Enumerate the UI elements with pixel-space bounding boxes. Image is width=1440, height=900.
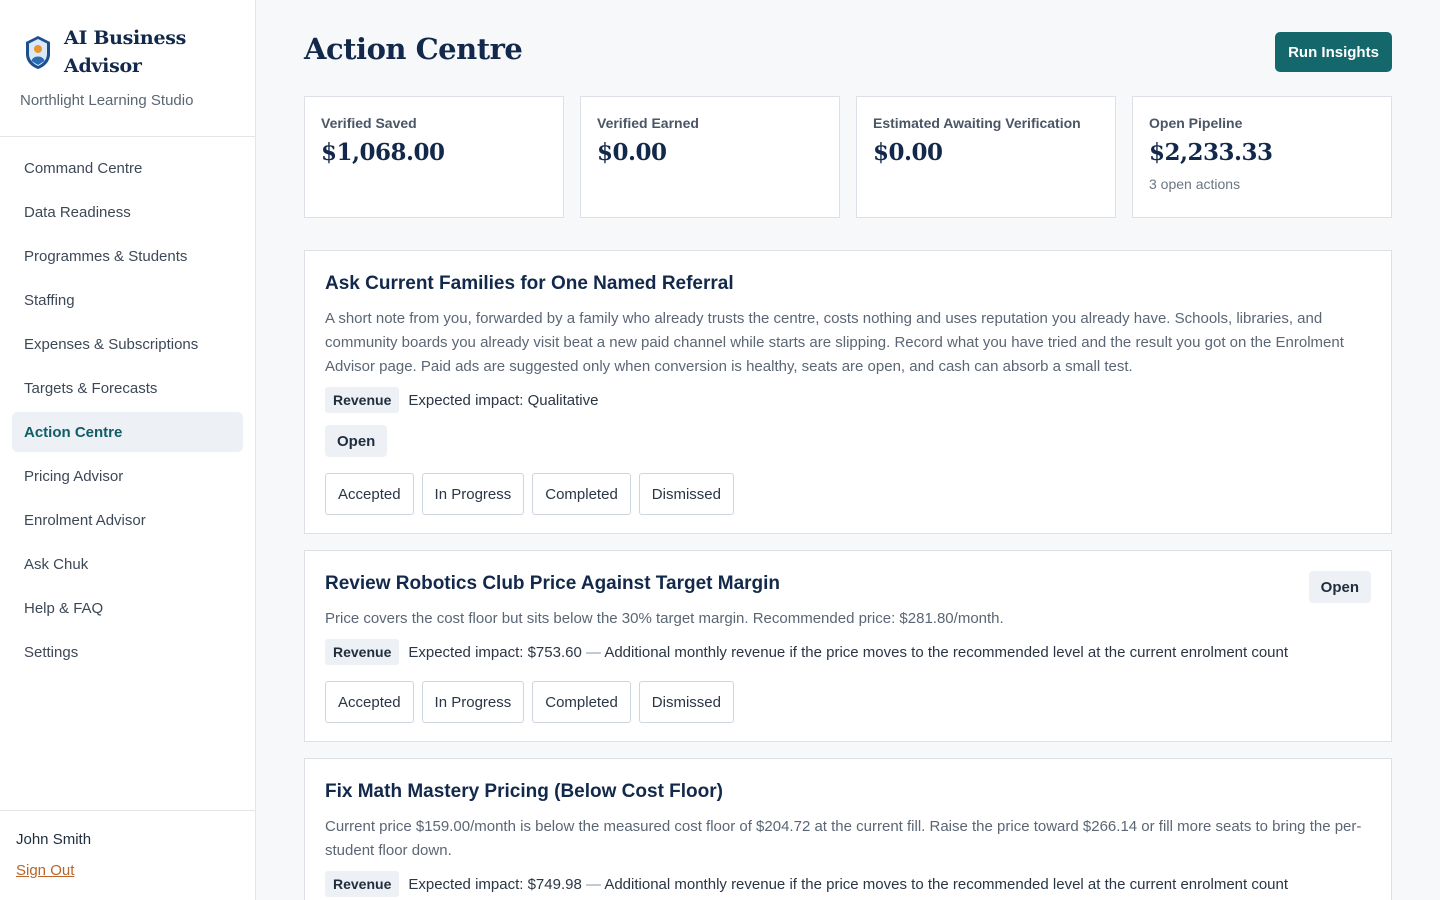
expected-impact: Expected impact: $753.60 — Additional mo… xyxy=(408,644,1288,661)
action-buttons: Accepted In Progress Completed Dismissed xyxy=(325,681,1371,723)
stat-card-verified-saved: Verified Saved $1,068.00 xyxy=(304,96,564,218)
impact-separator: — xyxy=(585,875,601,893)
sign-out-link[interactable]: Sign Out xyxy=(16,862,239,879)
action-description: Current price $159.00/month is below the… xyxy=(325,818,1362,859)
sidebar-item-staffing[interactable]: Staffing xyxy=(12,280,243,320)
sidebar-item-help-faq[interactable]: Help & FAQ xyxy=(12,588,243,628)
stat-value: $0.00 xyxy=(873,139,943,166)
impact-row: Revenue Expected impact: $749.98 — Addit… xyxy=(325,871,1371,897)
category-tag: Revenue xyxy=(325,387,400,413)
sidebar-item-enrolment-advisor[interactable]: Enrolment Advisor xyxy=(12,500,243,540)
completed-button[interactable]: Completed xyxy=(532,681,631,723)
status-badge: Open xyxy=(1308,571,1371,603)
stats-row: Verified Saved $1,068.00 Verified Earned… xyxy=(304,96,1392,218)
completed-button[interactable]: Completed xyxy=(532,473,631,515)
stat-card-estimated-awaiting: Estimated Awaiting Verification $0.00 xyxy=(856,96,1116,218)
dismissed-button[interactable]: Dismissed xyxy=(638,473,734,515)
sidebar-item-programmes-students[interactable]: Programmes & Students xyxy=(12,236,243,276)
in-progress-button[interactable]: In Progress xyxy=(421,473,525,515)
sidebar: AI Business Advisor Northlight Learning … xyxy=(0,0,256,900)
sidebar-nav: Command Centre Data Readiness Programmes… xyxy=(12,148,243,676)
run-insights-button[interactable]: Run Insights xyxy=(1275,32,1392,72)
in-progress-button[interactable]: In Progress xyxy=(421,681,525,723)
stat-label: Estimated Awaiting Verification xyxy=(873,115,1081,131)
stat-label: Open Pipeline xyxy=(1149,115,1243,131)
sidebar-item-data-readiness[interactable]: Data Readiness xyxy=(12,192,243,232)
impact-amount: Expected impact: $753.60 xyxy=(408,643,582,661)
expected-impact: Expected impact: $749.98 — Additional mo… xyxy=(408,876,1288,893)
impact-separator: — xyxy=(585,643,601,661)
stat-card-verified-earned: Verified Earned $0.00 xyxy=(580,96,840,218)
stat-value: $2,233.33 xyxy=(1149,139,1273,166)
action-card: Review Robotics Club Price Against Targe… xyxy=(304,550,1392,742)
action-description: A short note from you, forwarded by a fa… xyxy=(325,310,1344,375)
shield-person-logo-icon xyxy=(26,36,50,69)
action-description: Price covers the cost floor but sits bel… xyxy=(325,610,1004,627)
brand: AI Business Advisor xyxy=(0,0,255,80)
sidebar-item-ask-chuk[interactable]: Ask Chuk xyxy=(12,544,243,584)
sidebar-footer: John Smith Sign Out xyxy=(0,810,255,879)
sidebar-item-action-centre[interactable]: Action Centre xyxy=(12,412,243,452)
category-tag: Revenue xyxy=(325,871,400,897)
stat-card-open-pipeline: Open Pipeline $2,233.33 3 open actions xyxy=(1132,96,1392,218)
sidebar-item-targets-forecasts[interactable]: Targets & Forecasts xyxy=(12,368,243,408)
sidebar-item-pricing-advisor[interactable]: Pricing Advisor xyxy=(12,456,243,496)
action-buttons: Accepted In Progress Completed Dismissed xyxy=(325,473,1371,515)
app-name-line1: AI Business xyxy=(64,27,187,49)
stat-value: $0.00 xyxy=(597,139,667,166)
impact-row: Revenue Expected impact: $753.60 — Addit… xyxy=(325,639,1371,665)
sidebar-item-command-centre[interactable]: Command Centre xyxy=(12,148,243,188)
action-title: Ask Current Families for One Named Refer… xyxy=(325,273,734,294)
action-title: Fix Math Mastery Pricing (Below Cost Flo… xyxy=(325,781,723,802)
organization-name: Northlight Learning Studio xyxy=(20,92,194,109)
sidebar-item-settings[interactable]: Settings xyxy=(12,632,243,672)
app-name-line2: Advisor xyxy=(64,55,142,77)
stat-label: Verified Earned xyxy=(597,115,699,131)
sidebar-divider xyxy=(0,136,255,137)
accepted-button[interactable]: Accepted xyxy=(325,473,414,515)
action-title: Review Robotics Club Price Against Targe… xyxy=(325,573,781,594)
action-card: Fix Math Mastery Pricing (Below Cost Flo… xyxy=(304,758,1392,900)
page-title: Action Centre xyxy=(304,32,523,66)
stat-value: $1,068.00 xyxy=(321,139,445,166)
sidebar-item-expenses-subscriptions[interactable]: Expenses & Subscriptions xyxy=(12,324,243,364)
impact-detail: Additional monthly revenue if the price … xyxy=(604,875,1289,893)
accepted-button[interactable]: Accepted xyxy=(325,681,414,723)
stat-subtext: 3 open actions xyxy=(1149,176,1241,192)
category-tag: Revenue xyxy=(325,639,400,665)
impact-row: Revenue Expected impact: Qualitative xyxy=(325,387,1371,413)
stat-label: Verified Saved xyxy=(321,115,417,131)
user-name: John Smith xyxy=(16,831,92,848)
action-card: Ask Current Families for One Named Refer… xyxy=(304,250,1392,534)
impact-amount: Expected impact: $749.98 xyxy=(408,875,582,893)
impact-detail: Additional monthly revenue if the price … xyxy=(604,643,1289,661)
dismissed-button[interactable]: Dismissed xyxy=(638,681,734,723)
status-badge: Open xyxy=(325,425,388,457)
expected-impact: Expected impact: Qualitative xyxy=(408,391,599,409)
